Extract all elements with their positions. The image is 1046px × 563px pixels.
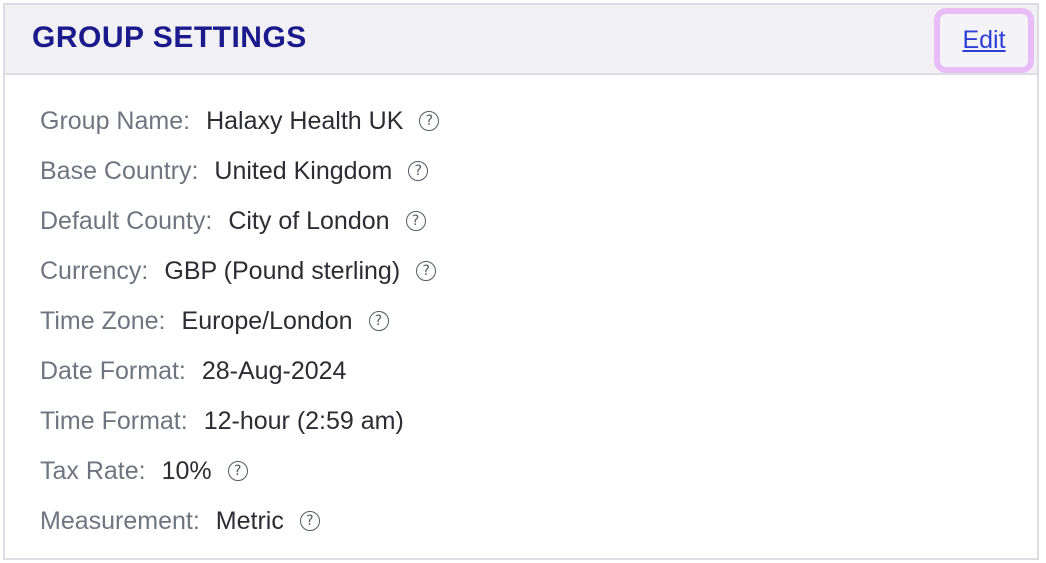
setting-row-group-name: Group Name: Halaxy Health UK ? bbox=[40, 96, 440, 146]
setting-row-currency: Currency: GBP (Pound sterling) ? bbox=[40, 246, 439, 296]
edit-highlight: Edit bbox=[934, 8, 1034, 73]
edit-link[interactable]: Edit bbox=[962, 26, 1005, 55]
setting-label: Group Name: bbox=[40, 106, 191, 135]
setting-value: United Kingdom bbox=[214, 156, 393, 185]
setting-row-measurement: Measurement: Metric ? bbox=[40, 496, 439, 546]
setting-label: Time Format: bbox=[40, 406, 188, 435]
setting-label: Default County: bbox=[40, 206, 213, 235]
setting-row-base-country: Base Country: United Kingdom ? bbox=[40, 146, 439, 196]
group-settings-panel: GROUP SETTINGS Edit Group Name: Halaxy H… bbox=[3, 3, 1039, 560]
setting-value: 28-Aug-2024 bbox=[201, 356, 347, 385]
settings-list: Group Name: Halaxy Health UK ? Base Coun… bbox=[40, 96, 440, 546]
question-circle-icon[interactable]: ? bbox=[227, 461, 248, 481]
setting-value: Europe/London bbox=[181, 306, 353, 335]
setting-label: Date Format: bbox=[40, 356, 186, 385]
setting-label: Time Zone: bbox=[40, 306, 166, 335]
setting-label: Tax Rate: bbox=[40, 456, 146, 485]
panel-title: GROUP SETTINGS bbox=[32, 21, 307, 54]
setting-value: 10% bbox=[161, 456, 212, 485]
setting-row-tax-rate: Tax Rate: 10% ? bbox=[40, 446, 439, 496]
setting-value: GBP (Pound sterling) bbox=[164, 256, 401, 285]
setting-row-time-zone: Time Zone: Europe/London ? bbox=[40, 296, 439, 346]
setting-row-default-county: Default County: City of London ? bbox=[40, 196, 439, 246]
question-circle-icon[interactable]: ? bbox=[419, 111, 440, 131]
question-circle-icon[interactable]: ? bbox=[408, 161, 429, 181]
setting-row-time-format: Time Format: 12-hour (2:59 am) bbox=[40, 396, 439, 446]
question-circle-icon[interactable]: ? bbox=[299, 511, 320, 531]
setting-label: Measurement: bbox=[40, 506, 200, 535]
panel-header: GROUP SETTINGS Edit bbox=[5, 5, 1037, 75]
setting-label: Base Country: bbox=[40, 156, 199, 185]
setting-value: City of London bbox=[228, 206, 390, 235]
setting-label: Currency: bbox=[40, 256, 149, 285]
setting-value: Halaxy Health UK bbox=[206, 106, 404, 135]
setting-value: Metric bbox=[215, 506, 284, 535]
setting-value: 12-hour (2:59 am) bbox=[203, 406, 404, 435]
question-circle-icon[interactable]: ? bbox=[416, 261, 437, 281]
setting-row-date-format: Date Format: 28-Aug-2024 bbox=[40, 346, 439, 396]
question-circle-icon[interactable]: ? bbox=[405, 211, 426, 231]
question-circle-icon[interactable]: ? bbox=[368, 311, 389, 331]
